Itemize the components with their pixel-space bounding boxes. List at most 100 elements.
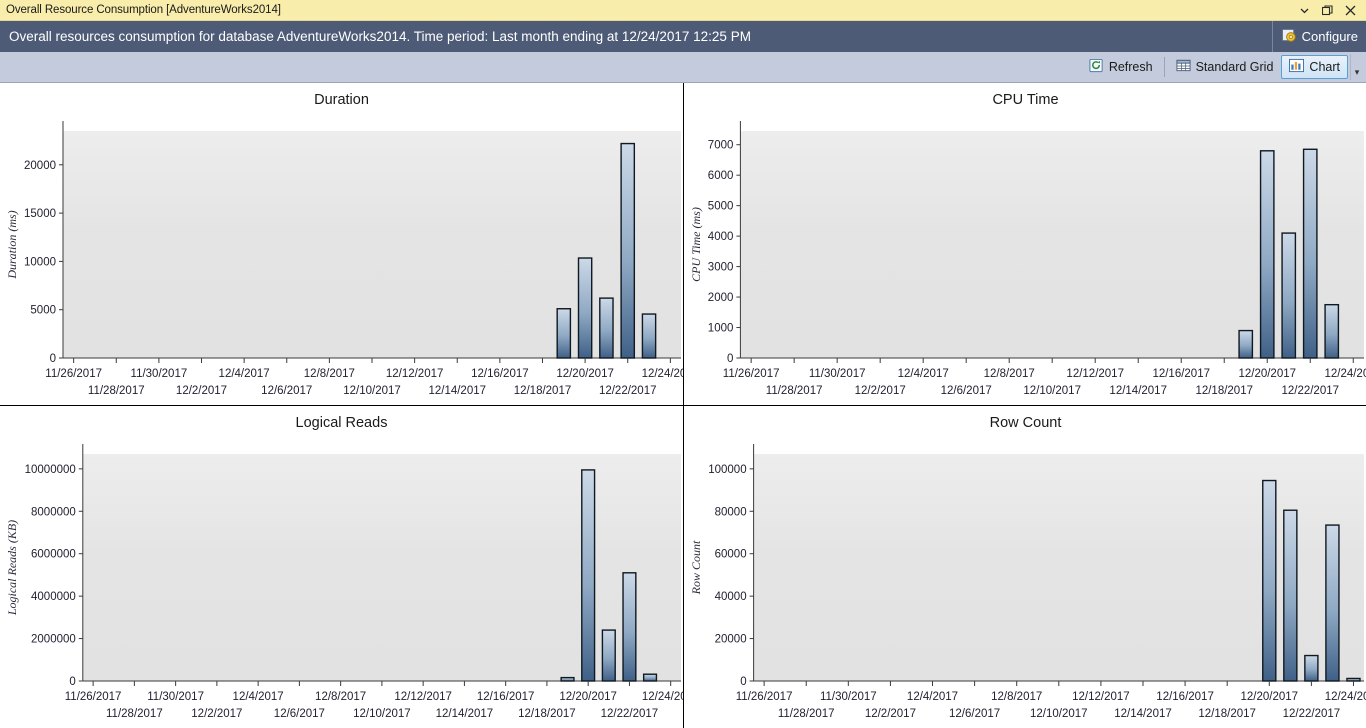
svg-text:11/30/2017: 11/30/2017 — [820, 691, 877, 703]
window-title: Overall Resource Consumption [AdventureW… — [0, 4, 281, 16]
svg-text:12/12/2017: 12/12/2017 — [1066, 368, 1124, 380]
chart-panel-cpu-time[interactable]: CPU Time 01000200030004000500060007000CP… — [684, 83, 1366, 405]
gear-icon — [1282, 28, 1297, 46]
svg-text:12/10/2017: 12/10/2017 — [1030, 708, 1088, 720]
svg-text:12/22/2017: 12/22/2017 — [599, 385, 657, 397]
svg-text:12/22/2017: 12/22/2017 — [601, 708, 659, 720]
svg-text:60000: 60000 — [715, 549, 747, 561]
restore-icon[interactable] — [1322, 5, 1335, 16]
svg-text:11/28/2017: 11/28/2017 — [88, 385, 145, 397]
svg-text:12/12/2017: 12/12/2017 — [394, 691, 452, 703]
svg-text:12/6/2017: 12/6/2017 — [949, 708, 1000, 720]
svg-text:11/30/2017: 11/30/2017 — [147, 691, 204, 703]
svg-text:20000: 20000 — [24, 160, 56, 172]
svg-text:12/18/2017: 12/18/2017 — [1195, 385, 1253, 397]
chart-duration: 05000100001500020000Duration (ms)11/26/2… — [0, 83, 683, 405]
svg-text:12/6/2017: 12/6/2017 — [261, 385, 312, 397]
chart-grid: Duration 05000100001500020000Duration (m… — [0, 83, 1366, 728]
svg-text:12/8/2017: 12/8/2017 — [984, 368, 1035, 380]
svg-text:12/4/2017: 12/4/2017 — [233, 691, 284, 703]
svg-text:4000: 4000 — [708, 231, 734, 243]
svg-text:Duration (ms): Duration (ms) — [5, 210, 19, 279]
svg-text:12/22/2017: 12/22/2017 — [1283, 708, 1341, 720]
chart-panel-logical-reads[interactable]: Logical Reads 02000000400000060000008000… — [0, 406, 683, 728]
svg-text:11/26/2017: 11/26/2017 — [45, 368, 102, 380]
svg-text:0: 0 — [727, 353, 733, 365]
svg-text:12/8/2017: 12/8/2017 — [304, 368, 355, 380]
svg-text:12/10/2017: 12/10/2017 — [353, 708, 411, 720]
svg-text:20000: 20000 — [715, 634, 747, 646]
svg-text:12/2/2017: 12/2/2017 — [176, 385, 227, 397]
bar-chart-icon — [1289, 58, 1304, 76]
svg-text:100000: 100000 — [708, 464, 746, 476]
svg-text:12/6/2017: 12/6/2017 — [274, 708, 325, 720]
chart-button[interactable]: Chart — [1281, 55, 1348, 79]
configure-button[interactable]: Configure — [1272, 21, 1366, 52]
svg-text:12/22/2017: 12/22/2017 — [1281, 385, 1339, 397]
chart-panel-row-count[interactable]: Row Count 020000400006000080000100000Row… — [684, 406, 1366, 728]
svg-text:12/14/2017: 12/14/2017 — [1109, 385, 1167, 397]
svg-text:12/24/2017: 12/24/2017 — [1324, 368, 1366, 380]
svg-text:11/28/2017: 11/28/2017 — [766, 385, 823, 397]
chevron-down-icon[interactable] — [1299, 5, 1312, 16]
svg-text:12/14/2017: 12/14/2017 — [436, 708, 494, 720]
svg-text:12/16/2017: 12/16/2017 — [477, 691, 535, 703]
svg-text:10000000: 10000000 — [25, 464, 76, 476]
refresh-icon — [1089, 58, 1104, 76]
close-icon[interactable] — [1345, 5, 1358, 16]
svg-text:0: 0 — [50, 353, 56, 365]
svg-text:0: 0 — [69, 676, 75, 688]
standard-grid-label: Standard Grid — [1196, 60, 1274, 74]
svg-text:7000: 7000 — [708, 140, 734, 152]
svg-text:12/16/2017: 12/16/2017 — [471, 368, 529, 380]
svg-text:12/4/2017: 12/4/2017 — [898, 368, 949, 380]
svg-text:12/10/2017: 12/10/2017 — [1023, 385, 1081, 397]
svg-text:11/26/2017: 11/26/2017 — [65, 691, 122, 703]
svg-text:15000: 15000 — [24, 208, 56, 220]
description-bar: Overall resources consumption for databa… — [0, 21, 1366, 52]
svg-text:10000: 10000 — [24, 256, 56, 268]
svg-text:12/18/2017: 12/18/2017 — [518, 708, 576, 720]
svg-text:Logical Reads (KB): Logical Reads (KB) — [5, 520, 19, 616]
svg-text:12/6/2017: 12/6/2017 — [941, 385, 992, 397]
configure-label: Configure — [1302, 29, 1358, 44]
svg-text:12/4/2017: 12/4/2017 — [907, 691, 958, 703]
svg-text:12/20/2017: 12/20/2017 — [556, 368, 614, 380]
svg-text:12/18/2017: 12/18/2017 — [514, 385, 572, 397]
svg-text:11/28/2017: 11/28/2017 — [106, 708, 163, 720]
svg-text:12/2/2017: 12/2/2017 — [191, 708, 242, 720]
chart-panel-duration[interactable]: Duration 05000100001500020000Duration (m… — [0, 83, 683, 405]
toolbar-group: Refresh Standard Grid — [1081, 54, 1366, 80]
refresh-button[interactable]: Refresh — [1081, 55, 1161, 79]
chart-logical-reads: 0200000040000006000000800000010000000Log… — [0, 406, 683, 728]
svg-text:12/20/2017: 12/20/2017 — [1238, 368, 1296, 380]
toolbar-overflow-button[interactable]: ▾ — [1350, 54, 1363, 80]
svg-text:11/26/2017: 11/26/2017 — [723, 368, 780, 380]
chart-label: Chart — [1309, 60, 1340, 74]
svg-text:11/26/2017: 11/26/2017 — [736, 691, 793, 703]
view-toolbar: Refresh Standard Grid — [0, 52, 1366, 83]
svg-text:0: 0 — [740, 676, 746, 688]
svg-text:12/14/2017: 12/14/2017 — [428, 385, 486, 397]
grid-icon — [1176, 58, 1191, 76]
chart-row-count: 020000400006000080000100000Row Count11/2… — [684, 406, 1366, 728]
toolbar-divider — [1164, 57, 1165, 77]
standard-grid-button[interactable]: Standard Grid — [1168, 55, 1282, 79]
svg-text:5000: 5000 — [708, 201, 734, 213]
window-controls — [1299, 5, 1366, 16]
svg-text:2000: 2000 — [708, 292, 734, 304]
svg-text:1000: 1000 — [708, 323, 734, 335]
svg-text:40000: 40000 — [715, 591, 747, 603]
svg-text:3000: 3000 — [708, 262, 734, 274]
svg-text:12/14/2017: 12/14/2017 — [1114, 708, 1172, 720]
chart-cpu-time: 01000200030004000500060007000CPU Time (m… — [684, 83, 1366, 405]
svg-text:80000: 80000 — [715, 506, 747, 518]
svg-text:12/24/2017: 12/24/2017 — [642, 368, 683, 380]
svg-text:11/28/2017: 11/28/2017 — [778, 708, 835, 720]
svg-text:12/2/2017: 12/2/2017 — [855, 385, 906, 397]
description-text: Overall resources consumption for databa… — [0, 29, 751, 44]
svg-text:4000000: 4000000 — [31, 591, 76, 603]
svg-text:12/24/2017: 12/24/2017 — [642, 691, 683, 703]
svg-text:12/24/2017: 12/24/2017 — [1325, 691, 1366, 703]
svg-text:CPU Time (ms): CPU Time (ms) — [689, 207, 703, 282]
